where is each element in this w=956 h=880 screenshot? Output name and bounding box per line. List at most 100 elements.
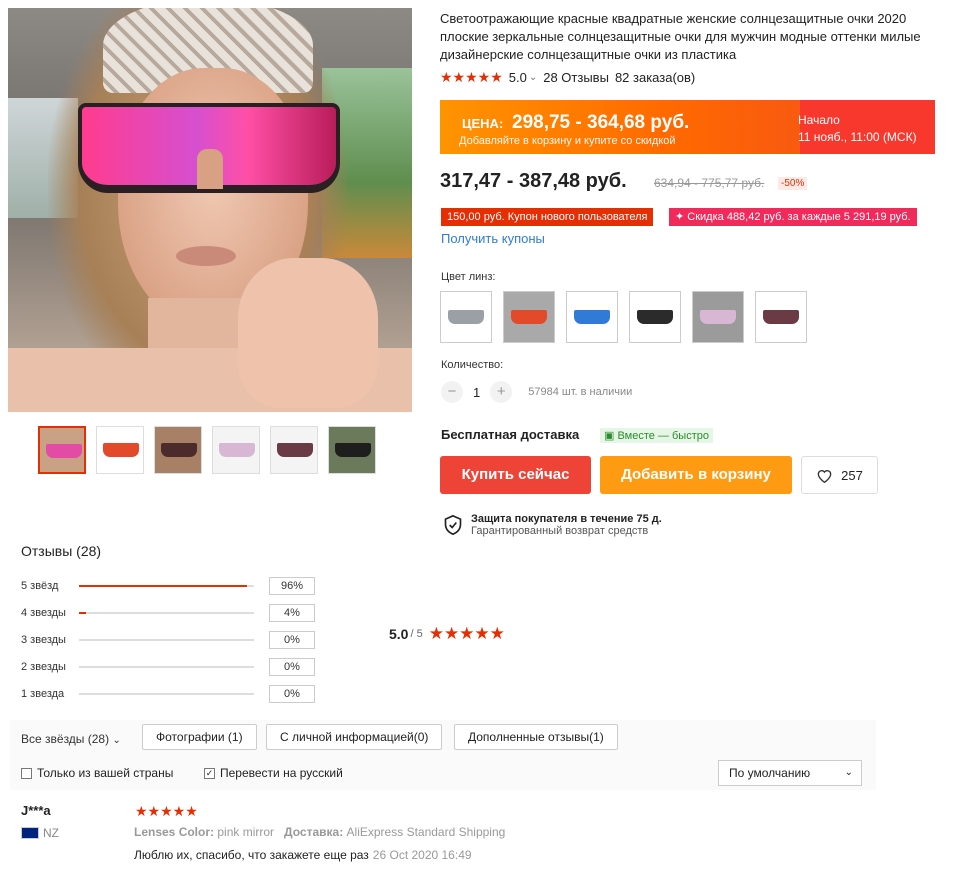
fast-shipping-badge: ▣ Вместе — быстро	[600, 428, 713, 443]
rating-bar-1: 1 звезда 0%	[21, 685, 315, 703]
old-price: 634,94 - 775,77 руб.	[654, 176, 765, 190]
truck-icon: ▣	[604, 430, 618, 442]
rating-bar-4: 4 звезды 4%	[21, 604, 315, 622]
review-attr-label: Доставка:	[284, 825, 344, 839]
protection-subtitle: Гарантированный возврат средств	[471, 525, 649, 537]
wishlist-count: 257	[841, 467, 863, 483]
product-main-image[interactable]	[8, 8, 412, 412]
promo-note: Добавляйте в корзину и купите со скидкой	[459, 135, 676, 147]
rating-value[interactable]: 5.0	[509, 70, 527, 85]
rating-bar-2: 2 звезды 0%	[21, 658, 315, 676]
discount-badge: -50%	[778, 177, 808, 190]
protection-title: Защита покупателя в течение 75 д.	[471, 513, 662, 525]
buy-now-button[interactable]: Купить сейчас	[440, 456, 591, 494]
promo-banner: ЦЕНА: 298,75 - 364,68 руб. Добавляйте в …	[440, 100, 935, 154]
buyer-protection: Защита покупателя в течение 75 д. Гарант…	[443, 513, 662, 537]
shield-check-icon	[444, 514, 462, 536]
swatch-2[interactable]	[503, 291, 555, 343]
sort-select[interactable]: По умолчанию ⌄	[718, 760, 862, 786]
rating-bar-pct: 4%	[269, 604, 315, 622]
increase-button[interactable]: +	[490, 381, 513, 403]
rating-bar-label: 5 звёзд	[21, 580, 59, 592]
checkbox-unchecked[interactable]	[21, 767, 32, 779]
swatch-3[interactable]	[566, 291, 618, 343]
rating-bar-pct: 0%	[269, 685, 315, 703]
rating-bar-label: 2 звезды	[21, 661, 66, 673]
stock-text: 57984 шт. в наличии	[528, 386, 633, 398]
score-value: 5.0	[389, 626, 409, 642]
translate-checkbox-label: Перевести на русский	[220, 766, 343, 780]
review-author: J***a	[21, 803, 51, 818]
store-discount-coupon[interactable]: ✦ Скидка 488,42 руб. за каждые 5 291,19 …	[669, 208, 917, 226]
quantity-value[interactable]: 1	[473, 385, 480, 400]
country-checkbox-label: Только из вашей страны	[37, 766, 174, 780]
thumbnail-4[interactable]	[212, 426, 260, 474]
add-to-cart-button[interactable]: Добавить в корзину	[600, 456, 792, 494]
thumbnail-5[interactable]	[270, 426, 318, 474]
review-body: Люблю их, спасибо, что закажете еще раз	[134, 848, 369, 862]
reviews-title: Отзывы (28)	[21, 543, 102, 559]
promo-start-label: Начало	[798, 113, 840, 127]
swatch-1[interactable]	[440, 291, 492, 343]
rating-stars: ★★★★★	[440, 69, 503, 85]
swatch-5[interactable]	[692, 291, 744, 343]
product-title: Светоотражающие красные квадратные женск…	[440, 11, 921, 62]
overall-score: 5.0 / 5 ★★★★★	[389, 624, 505, 644]
review-attr-value: AliExpress Standard Shipping	[346, 825, 506, 839]
rating-bar-label: 3 звезды	[21, 634, 66, 646]
decrease-button[interactable]: −	[441, 381, 463, 403]
thumbnail-2[interactable]	[96, 426, 144, 474]
fast-shipping-label: Вместе — быстро	[617, 430, 709, 442]
review-attributes: Lenses Color: pink mirror Доставка: AliE…	[134, 825, 505, 839]
rating-bar-fill	[79, 585, 247, 587]
wishlist-button[interactable]: 257	[801, 456, 878, 494]
review-country: NZ	[43, 826, 59, 840]
promo-start: Начало 11 нояб., 11:00 (МСК)	[798, 112, 917, 146]
get-coupons-link[interactable]: Получить купоны	[441, 231, 545, 246]
review-date: 26 Oct 2020 16:49	[372, 848, 472, 862]
rating-bar-pct: 0%	[269, 631, 315, 649]
current-price: 317,47 - 387,48 руб.	[440, 170, 627, 192]
rating-bar-fill	[79, 612, 86, 614]
orders-count: 82 заказа(ов)	[614, 70, 696, 85]
score-max: / 5	[410, 628, 423, 640]
rating-bar-label: 1 звезда	[21, 688, 65, 700]
color-label: Цвет линз:	[441, 271, 496, 283]
thumbnail-strip	[38, 426, 376, 474]
score-stars: ★★★★★	[428, 624, 505, 643]
sort-value: По умолчанию	[729, 766, 811, 780]
quantity-label: Количество:	[441, 359, 504, 371]
heart-icon	[817, 469, 832, 483]
thumbnail-6[interactable]	[328, 426, 376, 474]
checkbox-checked[interactable]: ✓	[204, 767, 215, 779]
quantity-stepper: − 1 + 57984 шт. в наличии	[441, 381, 632, 403]
review-text: Люблю их, спасибо, что закажете еще раз 2…	[134, 848, 472, 862]
review-attr-label: Lenses Color:	[134, 825, 215, 839]
rating-bar-label: 4 звезды	[21, 607, 66, 619]
rating-bar-pct: 0%	[269, 658, 315, 676]
country-checkbox[interactable]: Только из вашей страны	[21, 766, 173, 780]
country-flag-icon	[21, 827, 39, 839]
rating-bar-pct: 96%	[269, 577, 315, 595]
translate-checkbox[interactable]: ✓ Перевести на русский	[204, 766, 343, 780]
rating-bar-3: 3 звезды 0%	[21, 631, 315, 649]
reviews-link[interactable]: 28 Отзывы	[543, 70, 609, 85]
free-shipping: Бесплатная доставка	[441, 427, 580, 442]
thumbnail-3[interactable]	[154, 426, 202, 474]
new-user-coupon[interactable]: 150,00 руб. Купон нового пользователя	[441, 208, 654, 226]
swatch-4[interactable]	[629, 291, 681, 343]
promo-price: 298,75 - 364,68 руб.	[512, 112, 690, 133]
filter-personal-button[interactable]: С личной информацией(0)	[266, 724, 443, 750]
thumbnail-1[interactable]	[38, 426, 86, 474]
swatch-6[interactable]	[755, 291, 807, 343]
filter-additional-button[interactable]: Дополненные отзывы(1)	[454, 724, 618, 750]
filter-photos-button[interactable]: Фотографии (1)	[142, 724, 257, 750]
chevron-down-icon: ⌄	[844, 767, 853, 778]
review-attr-value: pink mirror	[217, 825, 275, 839]
chevron-down-icon: ⌄	[112, 735, 121, 746]
color-swatches	[440, 291, 807, 343]
rating-row: ★★★★★ 5.0 ⌄ 28 Отзывы 82 заказа(ов)	[440, 69, 695, 86]
promo-start-date: 11 нояб., 11:00 (МСК)	[798, 130, 917, 144]
stars-filter-select[interactable]: Все звёзды (28) ⌄	[21, 732, 121, 746]
chevron-down-icon[interactable]: ⌄	[529, 72, 537, 83]
